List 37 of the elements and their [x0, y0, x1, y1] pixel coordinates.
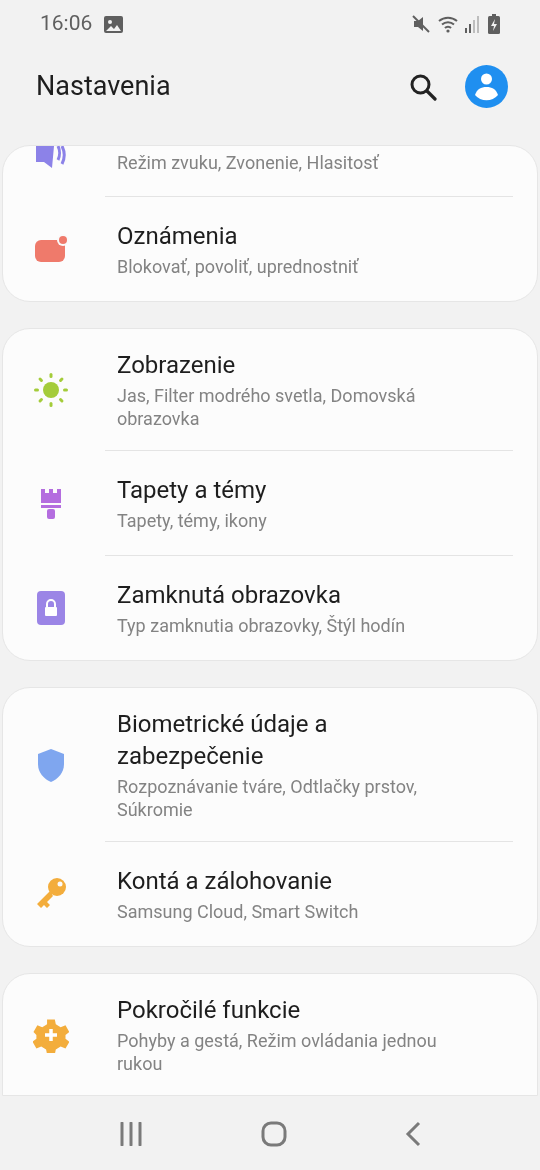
item-subtitle: Blokovať, povoliť, uprednostniť — [117, 255, 360, 278]
battery-icon — [488, 14, 500, 34]
item-title: Oznámenia — [117, 221, 239, 252]
settings-item[interactable]: Pokročilé funkcie Pohyby a gestá, Režim ovládania jednou rukou — [3, 974, 537, 1095]
profile-icon[interactable] — [465, 65, 508, 108]
item-subtitle: Samsung Cloud, Smart Switch — [117, 900, 360, 923]
item-title: Pokročilé funkcie — [117, 995, 302, 1026]
signal-icon — [464, 15, 480, 33]
settings-item[interactable]: Tapety a témy Tapety, témy, ikony — [3, 451, 537, 555]
settings-item[interactable]: Zamknutá obrazovka Typ zamknutia obrazovky, Štýl hodín — [3, 556, 537, 660]
settings-item[interactable]: Režim zvuku, Zvonenie, Hlasitosť — [3, 146, 537, 196]
page-title: Nastavenia — [36, 69, 172, 105]
item-subtitle: Tapety, témy, ikony — [117, 509, 268, 532]
home-icon[interactable] — [261, 1121, 287, 1147]
item-subtitle: Pohyby a gestá, Režim ovládania jednou rukou — [117, 1029, 438, 1075]
wifi-icon — [438, 15, 460, 33]
search-icon[interactable] — [409, 72, 437, 101]
back-icon[interactable] — [405, 1121, 421, 1147]
status-time: 16:06 — [40, 10, 93, 38]
item-subtitle: Rozpoznávanie tváre, Odtlačky prstov, Súkromie — [117, 775, 419, 821]
image-icon — [104, 15, 124, 33]
item-title: Zobrazenie — [117, 350, 237, 381]
item-subtitle: Režim zvuku, Zvonenie, Hlasitosť — [117, 151, 380, 174]
mute-icon — [412, 15, 430, 33]
item-subtitle: Typ zamknutia obrazovky, Štýl hodín — [117, 614, 407, 637]
item-title: Zamknutá obrazovka — [117, 580, 342, 611]
recent-apps-icon[interactable] — [119, 1122, 143, 1146]
gear-plus-icon — [33, 1016, 69, 1053]
settings-item[interactable]: Oznámenia Blokovať, povoliť, uprednostniť — [3, 197, 537, 301]
settings-item[interactable]: Biometrické údaje a zabezpečenie Rozpoznávanie tváre, Odtlačky prstov, Súkromie — [3, 688, 537, 841]
item-title: Tapety a témy — [117, 475, 268, 506]
sun-icon — [33, 371, 69, 408]
item-title: Kontá a zálohovanie — [117, 866, 334, 897]
settings-item[interactable]: Zobrazenie Jas, Filter modrého svetla, Domovská obrazovka — [3, 329, 537, 450]
settings-item[interactable]: Kontá a zálohovanie Samsung Cloud, Smart Switch — [3, 842, 537, 946]
item-subtitle: Jas, Filter modrého svetla, Domovská obrazovka — [117, 384, 417, 430]
item-title: Biometrické údaje a zabezpečenie — [117, 709, 329, 772]
